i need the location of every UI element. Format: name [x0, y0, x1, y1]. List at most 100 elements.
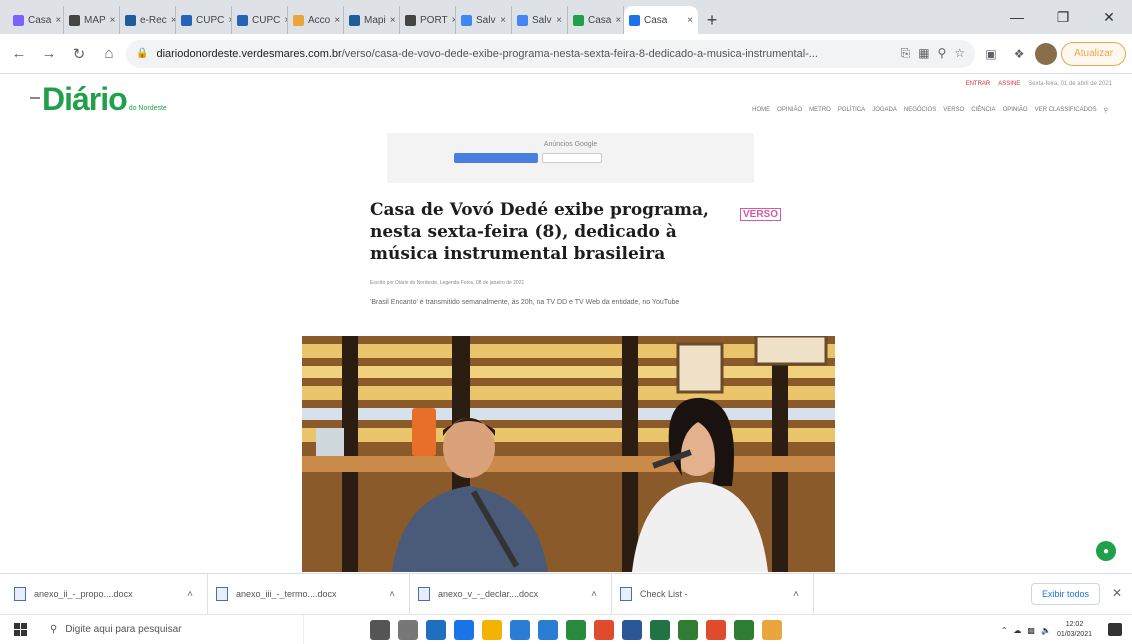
tab-favicon-icon — [517, 14, 528, 26]
clock[interactable]: 12:02 01/03/2021 — [1057, 620, 1092, 640]
taskbar-app-icon[interactable] — [398, 619, 418, 640]
site-nav-item[interactable]: OPINIÃO — [1003, 107, 1028, 114]
tab-close-icon[interactable]: × — [615, 15, 621, 26]
taskbar-app-icon[interactable] — [538, 619, 558, 640]
taskbar-app-icon[interactable] — [678, 619, 698, 640]
ad-secondary-button[interactable] — [542, 153, 602, 163]
extension-icon[interactable]: ▣ — [979, 42, 1003, 66]
taskbar-search[interactable]: ⚲ Digite aqui para pesquisar — [40, 614, 304, 644]
show-all-downloads-button[interactable]: Exibir todos — [1030, 583, 1100, 605]
tab-close-icon[interactable]: × — [556, 15, 562, 26]
cloud-icon[interactable]: ☁ — [1013, 626, 1021, 635]
site-nav-item[interactable]: OPINIÃO — [777, 107, 802, 114]
taskbar-app-icon[interactable] — [370, 619, 390, 640]
bookmark-star-icon[interactable]: ☆ — [954, 46, 965, 61]
browser-tab[interactable]: Salv × — [456, 6, 512, 34]
taskbar-app-icon[interactable] — [622, 619, 642, 640]
maximize-button[interactable]: ❐ — [1040, 0, 1086, 34]
site-nav-item[interactable]: NEGÓCIOS — [904, 107, 936, 114]
reload-button[interactable]: ↻ — [66, 41, 92, 67]
taskbar-app-icon[interactable] — [566, 619, 586, 640]
chevron-up-icon[interactable]: ⌃ — [1001, 626, 1008, 635]
taskbar-app-icon[interactable] — [706, 619, 726, 640]
address-bar[interactable]: 🔒 diariodonordeste.verdesmares.com.br/ve… — [126, 39, 976, 68]
tab-favicon-icon — [237, 14, 248, 26]
site-nav-item[interactable]: HOME — [752, 107, 770, 114]
volume-icon[interactable]: 🔈 — [1041, 626, 1051, 635]
site-nav-item[interactable]: VER CLASSIFICADOS — [1035, 107, 1097, 114]
browser-tab[interactable]: CUPC× — [176, 6, 232, 34]
site-logo[interactable]: Diário do Nordeste — [42, 81, 167, 118]
tab-favicon-icon — [573, 14, 584, 26]
taskbar-app-icon[interactable] — [426, 619, 446, 640]
avatar[interactable] — [1035, 42, 1058, 65]
site-nav-item[interactable]: JOGADA — [872, 107, 897, 114]
taskbar-app-icon[interactable] — [594, 619, 614, 640]
site-nav-item[interactable]: CIÊNCIA — [971, 107, 995, 114]
taskbar-app-icon[interactable] — [454, 619, 474, 640]
new-tab-button[interactable]: + — [698, 6, 726, 34]
tab-close-icon[interactable]: × — [500, 15, 506, 26]
browser-tab[interactable]: Casa × — [568, 6, 624, 34]
taskbar-app-icon[interactable] — [482, 619, 502, 640]
tab-close-icon[interactable]: × — [55, 15, 61, 26]
site-nav-item[interactable]: VERSO — [943, 107, 964, 114]
chevron-up-icon[interactable]: ˄ — [591, 589, 597, 600]
update-button[interactable]: Atualizar — [1061, 41, 1126, 66]
taskbar-app-icon[interactable] — [734, 619, 754, 640]
download-item[interactable]: anexo_v_-_declar....docx ˄ — [418, 573, 612, 615]
browser-tab[interactable]: Mapi × — [344, 6, 400, 34]
article-subhead: 'Brasil Encanto' é transmitido semanalme… — [370, 299, 680, 306]
browser-tab[interactable]: Salv × — [512, 6, 568, 34]
taskbar-app-icon[interactable] — [650, 619, 670, 640]
close-window-button[interactable]: ✕ — [1086, 0, 1132, 34]
browser-tab[interactable]: Acco × — [288, 6, 344, 34]
site-nav-item[interactable]: POLÍTICA — [838, 107, 865, 114]
tab-label: Mapi — [364, 14, 386, 26]
tab-close-icon[interactable]: × — [110, 15, 116, 26]
ad-label: Anúncios Google — [543, 141, 598, 148]
browser-tab[interactable]: PORT× — [400, 6, 456, 34]
chevron-up-icon[interactable]: ˄ — [389, 589, 395, 600]
login-link[interactable]: ENTRAR — [966, 81, 991, 87]
back-button[interactable]: ← — [6, 41, 32, 67]
close-icon[interactable]: ✕ — [1112, 586, 1122, 600]
notification-icon[interactable] — [1108, 623, 1122, 636]
qr-icon[interactable]: ▦ — [918, 46, 929, 61]
puzzle-icon[interactable]: ❖ — [1007, 42, 1031, 66]
tab-close-icon[interactable]: × — [390, 15, 396, 26]
browser-tab[interactable]: CUPC× — [232, 6, 288, 34]
chat-button[interactable]: ● — [1096, 541, 1116, 561]
download-item[interactable]: anexo_iii_-_termo....docx ˄ — [216, 573, 410, 615]
browser-tab[interactable]: Casa × — [624, 6, 698, 34]
taskbar-app-icon[interactable] — [510, 619, 530, 640]
browser-tab[interactable]: MAP × — [64, 6, 120, 34]
tab-close-icon[interactable]: × — [687, 15, 693, 26]
chevron-up-icon[interactable]: ˄ — [793, 589, 799, 600]
tab-favicon-icon — [13, 14, 24, 26]
network-icon[interactable]: ▩ — [1027, 626, 1035, 635]
menu-icon[interactable] — [30, 97, 40, 99]
site-nav-item[interactable]: METRO — [809, 107, 831, 114]
subscribe-link[interactable]: ASSINE — [998, 81, 1020, 87]
web-page: Diário do Nordeste ENTRAR ASSINE Sexta-fe… — [0, 75, 1132, 572]
taskbar-app-icon[interactable] — [762, 619, 782, 640]
tab-list: Casa×MAP×e-Rec×CUPC×CUPC×Acco×Mapi×PORT×… — [8, 6, 698, 34]
headline-line: música instrumental brasileira — [370, 244, 666, 264]
browser-tab[interactable]: Casa × — [8, 6, 64, 34]
browser-tab[interactable]: e-Rec × — [120, 6, 176, 34]
site-search-icon[interactable]: ⚲ — [1104, 107, 1108, 114]
translate-icon[interactable]: ⎘ — [901, 46, 911, 61]
ad-primary-button[interactable] — [454, 153, 538, 163]
chevron-up-icon[interactable]: ˄ — [187, 589, 193, 600]
minimize-button[interactable]: — — [994, 0, 1040, 34]
start-button[interactable] — [0, 615, 40, 644]
download-item[interactable]: anexo_ii_-_propo....docx ˄ — [14, 573, 208, 615]
home-button[interactable]: ⌂ — [96, 41, 122, 67]
tab-close-icon[interactable]: × — [334, 15, 340, 26]
forward-button[interactable]: → — [36, 41, 62, 67]
zoom-icon[interactable]: ⚲ — [938, 46, 947, 61]
download-item[interactable]: Check List - ˄ — [620, 573, 814, 615]
section-badge[interactable]: VERSO — [740, 208, 782, 221]
download-filename: anexo_v_-_declar....docx — [438, 589, 539, 599]
